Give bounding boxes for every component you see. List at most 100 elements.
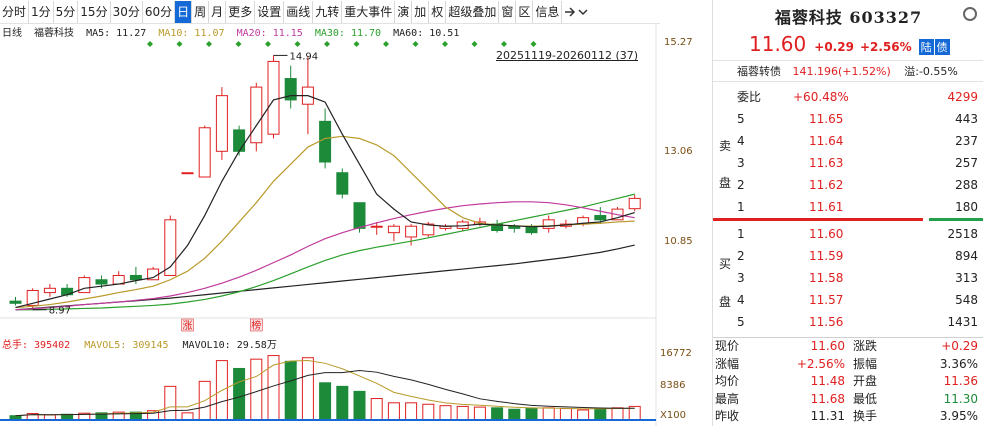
- ask-volume: 237: [955, 134, 978, 148]
- ma60-line: [15, 244, 635, 311]
- bid-row[interactable]: 5 11.56 1431: [713, 311, 983, 333]
- mavol5-label: MAVOL5: 309145: [84, 340, 169, 351]
- period-toolbar: 分时 1分 5分 15分 30分 60分 日 周 月 更多 设置 画线 九转 重…: [0, 0, 660, 24]
- stat-row: 现价 11.60 涨跌 +0.29: [713, 338, 983, 356]
- candle-body: [181, 172, 194, 175]
- candle-body: [594, 215, 607, 221]
- nine-turn-button[interactable]: 九转: [313, 0, 343, 23]
- tab-30min[interactable]: 30分: [111, 0, 143, 23]
- ask-row[interactable]: 1 11.61 180: [713, 196, 983, 218]
- candle-body: [267, 60, 280, 135]
- ask-row[interactable]: 4 11.64 237: [713, 130, 983, 152]
- high-annotation: 14.94: [290, 51, 319, 62]
- bid-row[interactable]: 3 11.58 313: [713, 267, 983, 289]
- super-overlay-button[interactable]: 超级叠加: [446, 0, 500, 23]
- stat-label: 涨跌: [853, 339, 878, 353]
- bid-volume: 1431: [947, 315, 978, 329]
- stat-row: 涨幅 +2.56% 振幅 3.36%: [713, 356, 983, 374]
- settings-button[interactable]: 设置: [255, 0, 285, 23]
- chevron-down-icon[interactable]: [576, 1, 590, 23]
- candle-body: [353, 202, 366, 229]
- bid-row[interactable]: 2 11.59 894: [713, 245, 983, 267]
- bid-price: 11.57: [809, 293, 844, 307]
- ask-row[interactable]: 2 11.62 288: [713, 174, 983, 196]
- volume-bar: [370, 398, 383, 421]
- tab-5min[interactable]: 5分: [54, 0, 79, 23]
- shanghai-connect-badge[interactable]: 陆: [918, 39, 934, 55]
- bid-level: 5: [737, 315, 745, 329]
- tab-timeshare[interactable]: 分时: [0, 0, 30, 23]
- window-button[interactable]: 窗: [499, 0, 517, 23]
- convertible-bond-row[interactable]: 福蓉转债 141.196(+1.52%) 溢:-0.55%: [713, 60, 983, 82]
- bid-row[interactable]: 1 11.60 2518: [713, 223, 983, 245]
- volume-bar: [439, 405, 452, 421]
- stat-value: +0.29: [941, 339, 978, 353]
- stat-value: 11.36: [943, 374, 978, 388]
- ma20-line: [15, 201, 635, 311]
- tab-60min[interactable]: 60分: [143, 0, 176, 23]
- add-button[interactable]: 加: [412, 0, 430, 23]
- tab-daily[interactable]: 日: [175, 0, 193, 23]
- event-marker: [471, 41, 478, 47]
- mavol10-label: MAVOL10: 29.58万: [182, 340, 277, 351]
- limit-marker-label: 涨: [183, 320, 193, 332]
- ma30-line: [15, 193, 635, 311]
- more-menu[interactable]: 更多: [226, 0, 256, 23]
- event-marker: [530, 41, 537, 47]
- candle-body: [628, 197, 641, 210]
- stat-value: 3.36%: [939, 356, 978, 371]
- weibi-value: +60.48%: [793, 90, 849, 104]
- stat-label: 昨收: [715, 409, 740, 423]
- ask-level: 5: [737, 112, 745, 126]
- volume-axis-mid: 8386: [660, 380, 686, 391]
- bid-level: 2: [737, 249, 745, 263]
- current-price: 11.60: [749, 32, 807, 56]
- volume-bar: [405, 402, 418, 421]
- ask-price: 11.64: [809, 134, 844, 148]
- draw-line-button[interactable]: 画线: [284, 0, 314, 23]
- rights-button[interactable]: 权: [429, 0, 447, 23]
- ask-level: 1: [737, 200, 745, 214]
- major-events-button[interactable]: 重大事件: [342, 0, 396, 23]
- kline-chart[interactable]: 日线 福蓉科技 MA5: 11.27 MA10: 11.07 MA20: 11.…: [0, 24, 708, 426]
- volume-bar: [577, 409, 590, 421]
- stat-label: 涨幅: [715, 356, 740, 371]
- ask-row[interactable]: 5 11.65 443: [713, 108, 983, 130]
- bond-badge[interactable]: 债: [934, 39, 950, 55]
- volume-bar: [594, 408, 607, 421]
- arrow-icon[interactable]: [562, 1, 576, 23]
- price-row: 11.60 +0.29 +2.56% 陆 债: [749, 32, 950, 56]
- replay-button[interactable]: 演: [395, 0, 413, 23]
- tab-1min[interactable]: 1分: [29, 0, 54, 23]
- stat-row: 昨收 11.31 换手 3.95%: [713, 408, 983, 426]
- tab-monthly[interactable]: 月: [209, 0, 227, 23]
- ask-volume: 288: [955, 178, 978, 192]
- stat-label: 最高: [715, 391, 740, 406]
- ask-price: 11.63: [809, 156, 844, 170]
- tab-weekly[interactable]: 周: [192, 0, 210, 23]
- volume-bar: [508, 408, 521, 421]
- bid-volume: 2518: [947, 227, 978, 241]
- ask-row[interactable]: 3 11.63 257: [713, 152, 983, 174]
- bond-premium: 溢:-0.55%: [904, 65, 958, 78]
- kline-plot[interactable]: 14.94 8.97 涨 榜: [0, 24, 708, 426]
- bid-price: 11.56: [809, 315, 844, 329]
- weibi-label: 委比: [737, 90, 762, 104]
- ask-level: 2: [737, 178, 745, 192]
- candle-body: [336, 172, 349, 195]
- volume-bar: [422, 403, 435, 421]
- bid-row[interactable]: 4 11.57 548: [713, 289, 983, 311]
- limit-marker-label: 榜: [251, 319, 261, 332]
- volume-bar: [181, 412, 194, 421]
- info-button[interactable]: 信息: [533, 0, 563, 23]
- zone-button[interactable]: 区: [516, 0, 534, 23]
- gear-icon[interactable]: [963, 7, 977, 21]
- volume-bar: [525, 408, 538, 421]
- tab-15min[interactable]: 15分: [78, 0, 111, 23]
- stat-label: 换手: [853, 409, 878, 423]
- volume-bar: [164, 385, 177, 421]
- event-marker: [412, 41, 419, 47]
- event-marker: [442, 41, 448, 47]
- candle-body: [319, 120, 332, 163]
- stat-value: +2.56%: [796, 356, 845, 371]
